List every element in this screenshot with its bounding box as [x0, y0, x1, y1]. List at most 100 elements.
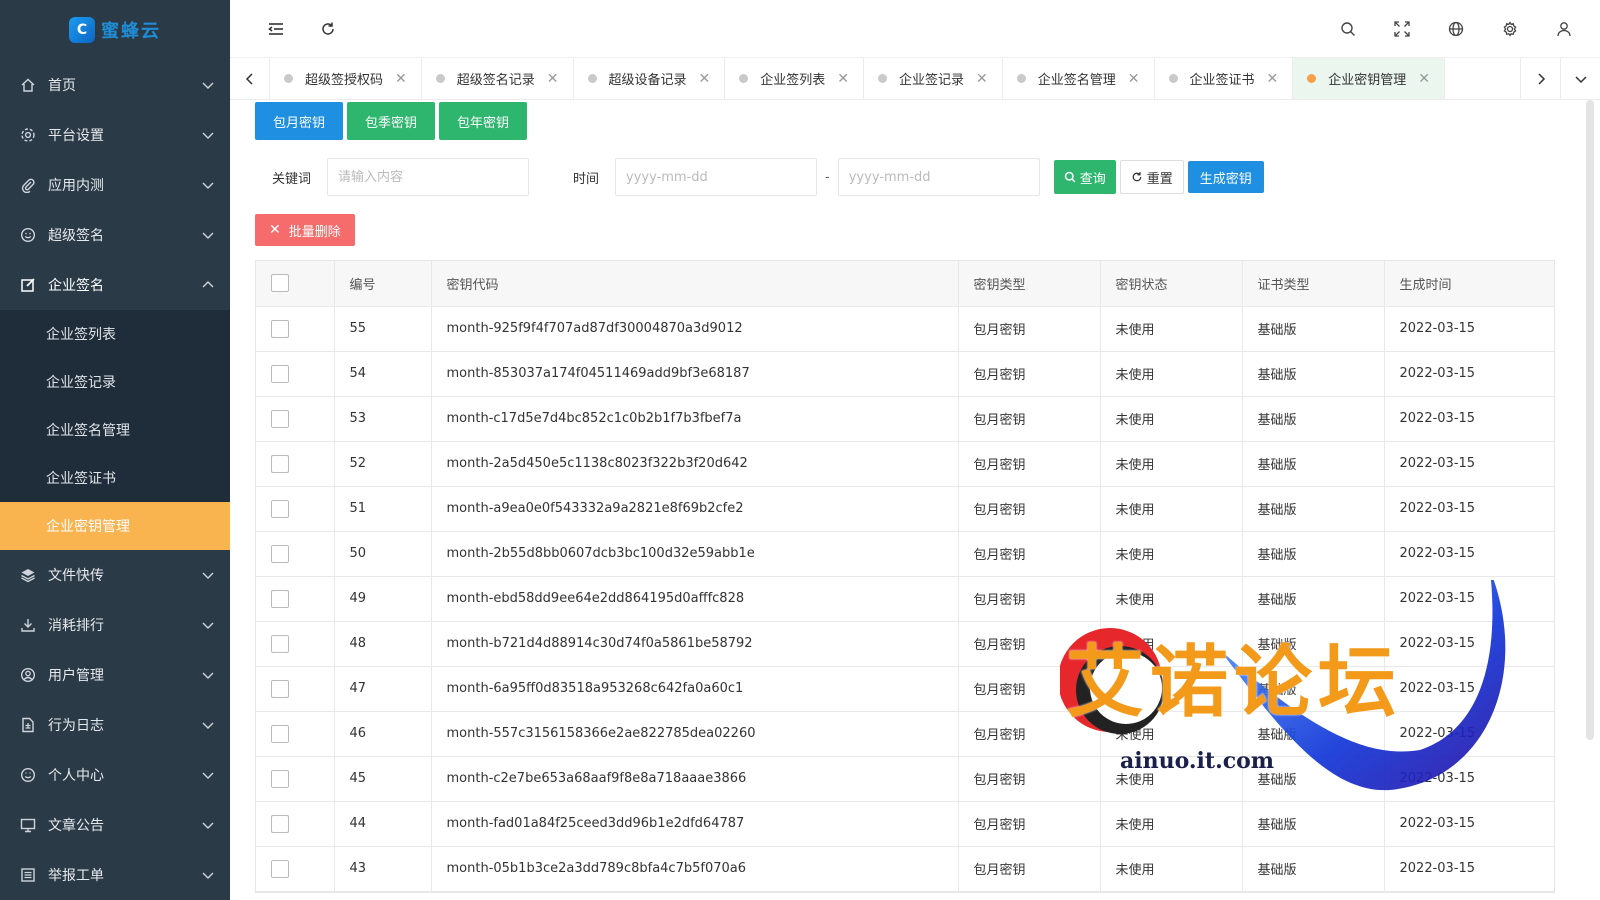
- cell-key-status: 未使用: [1100, 666, 1243, 712]
- tab-3[interactable]: 企业签列表 ✕: [725, 58, 864, 99]
- tab-label: 企业签证书: [1189, 73, 1255, 88]
- reset-button-label: 重置: [1146, 171, 1173, 187]
- tab-2[interactable]: 超级设备记录 ✕: [574, 58, 726, 99]
- cell-created-time: 2022-03-15: [1384, 441, 1554, 487]
- sidebar-menu: 首页平台设置 应用内测 超级签名 企业签名 企业签列表 企业签记录 企业签名管理 企业签证书企…: [0, 60, 230, 900]
- submenu-item-1[interactable]: 企业签记录: [0, 358, 230, 406]
- close-icon[interactable]: ✕: [1128, 71, 1140, 87]
- row-checkbox[interactable]: [271, 859, 289, 878]
- close-icon[interactable]: ✕: [837, 71, 849, 87]
- submenu-item-2[interactable]: 企业签名管理: [0, 406, 230, 454]
- table-row: 48 month-b721d4d88914c30d74f0a5861be58792…: [256, 621, 1554, 667]
- search-button[interactable]: [1328, 9, 1368, 49]
- close-icon[interactable]: ✕: [699, 71, 711, 87]
- tab-0[interactable]: 超级签授权码 ✕: [270, 58, 422, 99]
- close-icon[interactable]: ✕: [395, 71, 407, 87]
- row-select-cell: [256, 441, 335, 487]
- close-icon[interactable]: ✕: [1418, 71, 1430, 87]
- collapse-menu-button[interactable]: [256, 9, 296, 49]
- tabs-scroll-right[interactable]: [1520, 58, 1560, 99]
- tab-5[interactable]: 企业签名管理 ✕: [1003, 58, 1155, 99]
- table-row: 49 month-ebd58dd9ee64e2dd864195d0afffc828…: [256, 576, 1554, 622]
- end-date-input[interactable]: [837, 158, 1040, 196]
- close-icon[interactable]: ✕: [976, 71, 988, 87]
- cell-created-time: 2022-03-15: [1384, 621, 1554, 667]
- chevron-down-icon: [202, 572, 214, 579]
- cell-key-type: 包月密钥: [958, 801, 1101, 847]
- sidebar-item-10[interactable]: 文章公告: [0, 800, 230, 850]
- sidebar-item-6[interactable]: 消耗排行: [0, 600, 230, 650]
- vertical-scrollbar[interactable]: [1586, 100, 1594, 740]
- sidebar-item-8[interactable]: 行为日志: [0, 700, 230, 750]
- tab-status-dot: [878, 74, 887, 83]
- close-icon[interactable]: ✕: [1267, 71, 1279, 87]
- monthly-key-button[interactable]: 包月密钥: [255, 102, 344, 140]
- submenu-item-3[interactable]: 企业签证书: [0, 454, 230, 502]
- row-checkbox[interactable]: [271, 544, 289, 563]
- tab-1[interactable]: 超级签名记录 ✕: [422, 58, 574, 99]
- sidebar-item-4[interactable]: 企业签名: [0, 260, 230, 310]
- submenu-item-4[interactable]: 企业密钥管理: [0, 502, 230, 550]
- tab-status-dot: [739, 74, 749, 83]
- cell-created-time: 2022-03-15: [1384, 846, 1554, 892]
- tabs-dropdown[interactable]: [1560, 58, 1600, 99]
- sidebar-item-0[interactable]: 首页: [0, 60, 230, 110]
- row-checkbox[interactable]: [271, 454, 289, 473]
- sidebar-item-3[interactable]: 超级签名: [0, 210, 230, 260]
- quarterly-key-button[interactable]: 包季密钥: [347, 102, 436, 140]
- sidebar-item-7[interactable]: 用户管理: [0, 650, 230, 700]
- generate-key-button[interactable]: 生成密钥: [1187, 161, 1264, 193]
- yearly-key-button[interactable]: 包年密钥: [439, 102, 528, 140]
- refresh-button[interactable]: [308, 9, 348, 49]
- sidebar-item-label: 文件快传: [48, 568, 104, 584]
- chevron-left-icon: [245, 72, 253, 85]
- row-checkbox[interactable]: [271, 409, 289, 428]
- sidebar-item-1[interactable]: 平台设置: [0, 110, 230, 160]
- row-checkbox[interactable]: [271, 634, 289, 653]
- globe-icon: [1448, 21, 1464, 36]
- cell-cert-type: 基础版: [1242, 711, 1385, 757]
- cell-cert-type: 基础版: [1242, 441, 1385, 487]
- row-checkbox[interactable]: [271, 319, 289, 338]
- logo[interactable]: C 蜜蜂云: [0, 0, 230, 60]
- row-checkbox[interactable]: [271, 364, 289, 383]
- cell-key-type: 包月密钥: [958, 486, 1101, 532]
- sidebar-item-label: 首页: [48, 78, 76, 94]
- sidebar-item-5[interactable]: 文件快传: [0, 550, 230, 600]
- row-checkbox[interactable]: [271, 724, 289, 743]
- tab-7[interactable]: 企业密钥管理 ✕: [1293, 58, 1445, 99]
- language-button[interactable]: [1436, 9, 1476, 49]
- tabs-scroll-left[interactable]: [230, 58, 270, 99]
- tab-6[interactable]: 企业签证书 ✕: [1155, 58, 1294, 99]
- cell-cert-type: 基础版: [1242, 621, 1385, 667]
- batch-delete-button[interactable]: ✕ 批量删除: [255, 214, 355, 246]
- sidebar-item-9[interactable]: 个人中心: [0, 750, 230, 800]
- fullscreen-button[interactable]: [1382, 9, 1422, 49]
- refresh-icon: [1132, 172, 1142, 182]
- reset-button[interactable]: 重置: [1119, 160, 1184, 194]
- sidebar-item-11[interactable]: 举报工单: [0, 850, 230, 900]
- tab-4[interactable]: 企业签记录 ✕: [864, 58, 1003, 99]
- keys-table: 编号 密钥代码 密钥类型 密钥状态 证书类型 生成时间 55 month-925f…: [255, 260, 1555, 893]
- start-date-input[interactable]: [615, 158, 818, 196]
- sidebar-item-2[interactable]: 应用内测: [0, 160, 230, 210]
- user-button[interactable]: [1544, 9, 1584, 49]
- cell-key-code: month-c2e7be653a68aaf9f8e8a718aaae3866: [431, 756, 959, 802]
- time-label: 时间: [573, 171, 600, 187]
- row-checkbox[interactable]: [271, 769, 289, 788]
- row-checkbox[interactable]: [271, 589, 289, 608]
- settings-button[interactable]: [1490, 9, 1530, 49]
- close-icon[interactable]: ✕: [547, 71, 559, 87]
- cell-key-status: 未使用: [1100, 486, 1243, 532]
- table-row: 44 month-fad01a84f25ceed3dd96b1e2dfd64787…: [256, 801, 1554, 847]
- row-checkbox[interactable]: [271, 814, 289, 833]
- submenu-item-0[interactable]: 企业签列表: [0, 310, 230, 358]
- query-button[interactable]: 查询: [1053, 160, 1116, 194]
- date-range-separator: -: [825, 169, 830, 185]
- cell-cert-type: 基础版: [1242, 666, 1385, 712]
- row-select-cell: [256, 846, 335, 892]
- row-checkbox[interactable]: [271, 679, 289, 698]
- keyword-input[interactable]: [327, 158, 530, 196]
- select-all-checkbox[interactable]: [271, 274, 289, 293]
- row-checkbox[interactable]: [271, 499, 289, 518]
